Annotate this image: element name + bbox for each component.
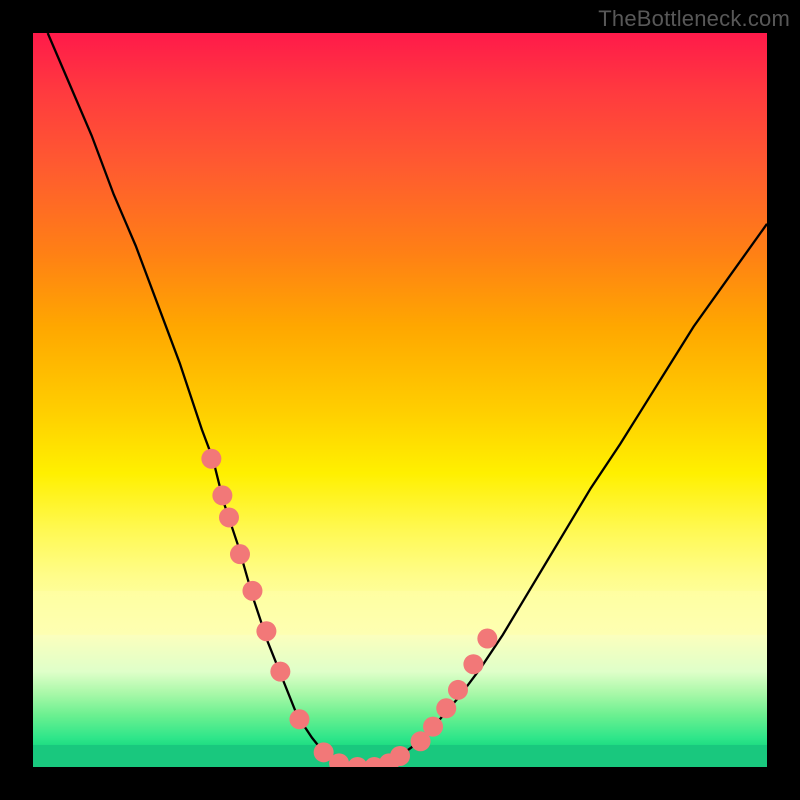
dot [256,621,276,641]
plot-area [33,33,767,767]
yellow-band [33,591,767,635]
dot [219,507,239,527]
dot [242,581,262,601]
chart-svg [33,33,767,767]
dot [289,709,309,729]
dot [201,449,221,469]
dot [212,485,232,505]
attribution-text: TheBottleneck.com [598,6,790,32]
dot [270,662,290,682]
dot [436,698,456,718]
dot [423,717,443,737]
dot [463,654,483,674]
dot [448,680,468,700]
dot [230,544,250,564]
dot [477,629,497,649]
curve-group [48,33,767,767]
dot [390,746,410,766]
chart-container: TheBottleneck.com [0,0,800,800]
